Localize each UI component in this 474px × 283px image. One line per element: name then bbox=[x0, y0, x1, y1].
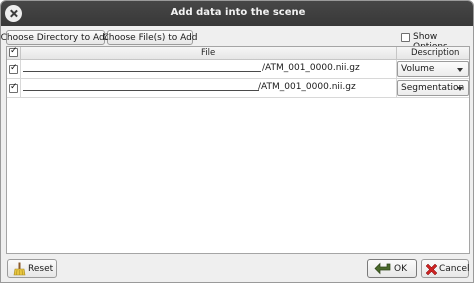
title-bar: Add data into the scene bbox=[1, 1, 473, 26]
cancel-label: Cancel bbox=[439, 263, 470, 274]
file-name: /ATM_001_0000.nii.gz bbox=[262, 63, 360, 73]
choose-files-button[interactable]: Choose File(s) to Add bbox=[102, 30, 198, 45]
chevron-down-icon bbox=[457, 68, 463, 72]
description-column-header[interactable]: Description bbox=[411, 48, 459, 58]
description-select[interactable]: Segmentation bbox=[397, 80, 469, 96]
file-path-truncated bbox=[23, 71, 261, 73]
table-header: File Description bbox=[7, 46, 469, 60]
ok-label: OK bbox=[394, 263, 407, 274]
description-value: Segmentation bbox=[401, 83, 465, 93]
show-options-checkbox[interactable] bbox=[401, 33, 410, 42]
data-table: File Description /ATM_001_0000.nii.gz Vo… bbox=[6, 46, 470, 254]
window-title: Add data into the scene bbox=[170, 7, 306, 18]
row-checkbox[interactable] bbox=[9, 82, 18, 93]
reset-label: Reset bbox=[28, 263, 54, 274]
description-select[interactable]: Volume bbox=[397, 61, 469, 77]
row-checkbox[interactable] bbox=[9, 63, 18, 74]
reset-button[interactable]: Reset bbox=[7, 259, 57, 278]
choose-directory-button[interactable]: Choose Directory to Add bbox=[1, 30, 110, 45]
table-row[interactable]: /ATM_001_0000.nii.gz Volume bbox=[7, 60, 469, 79]
select-all-checkbox[interactable] bbox=[9, 46, 18, 57]
file-column-header[interactable]: File bbox=[201, 48, 215, 58]
broom-icon bbox=[13, 262, 26, 276]
file-name: /ATM_001_0000.nii.gz bbox=[258, 82, 356, 92]
chevron-down-icon bbox=[457, 87, 463, 91]
file-path-truncated bbox=[23, 90, 259, 92]
ok-button[interactable]: OK bbox=[367, 259, 417, 278]
ok-arrow-icon bbox=[374, 262, 391, 275]
description-value: Volume bbox=[401, 64, 435, 74]
table-row[interactable]: /ATM_001_0000.nii.gz Segmentation bbox=[7, 79, 469, 98]
cancel-button[interactable]: Cancel bbox=[421, 259, 470, 278]
add-data-dialog: Add data into the scene Choose Directory… bbox=[0, 0, 474, 283]
red-x-icon bbox=[425, 263, 438, 276]
